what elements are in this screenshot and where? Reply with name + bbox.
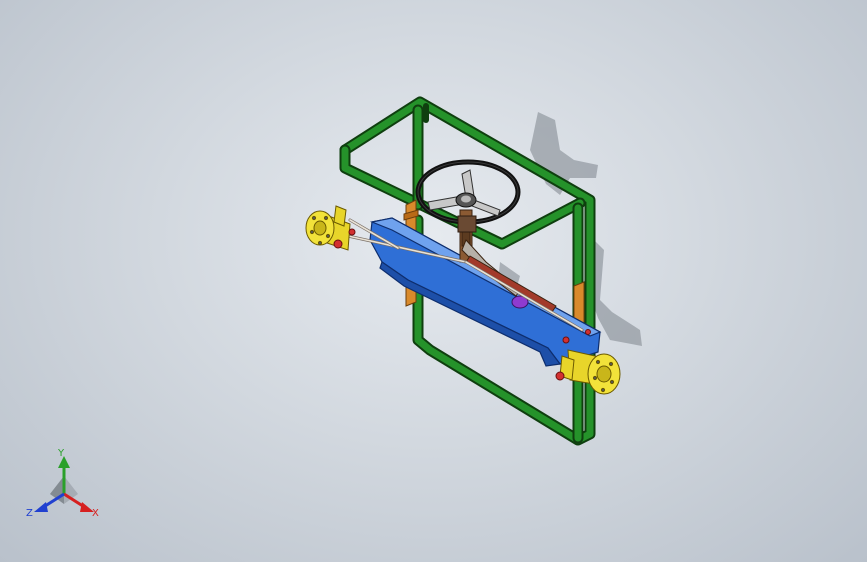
z-axis-label: Z xyxy=(26,508,33,519)
z-axis-arrow-icon xyxy=(34,492,65,512)
steering-wheel[interactable] xyxy=(415,159,521,233)
steering-assembly-model[interactable] xyxy=(0,0,867,562)
x-axis-label: X xyxy=(92,508,99,519)
cad-viewport[interactable]: Y X Z xyxy=(0,0,867,562)
axis-triad: Y X Z xyxy=(26,448,99,519)
left-wheel-hub[interactable] xyxy=(305,205,356,251)
y-axis-label: Y xyxy=(57,448,65,459)
x-axis-arrow-icon xyxy=(63,492,94,512)
